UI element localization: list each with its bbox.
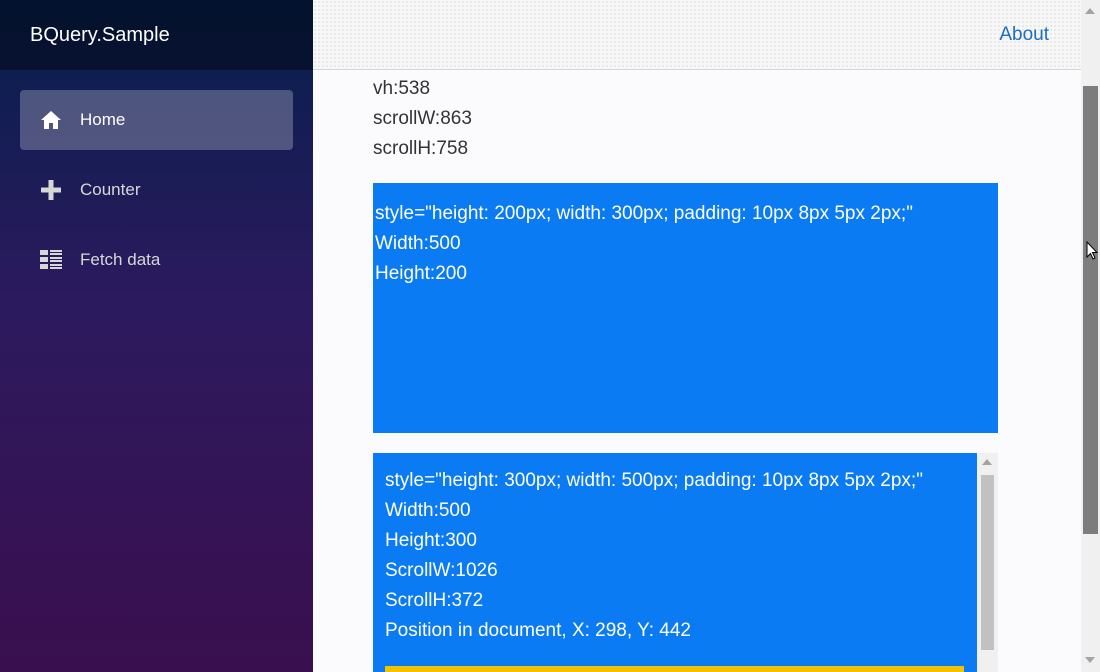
sidebar: BQuery.Sample Home Counter Fetch data xyxy=(0,0,313,672)
stat-scroll-height: scrollH:758 xyxy=(373,138,469,159)
sample-box-1: style="height: 200px; width: 300px; padd… xyxy=(373,183,998,433)
page-scrollbar[interactable] xyxy=(1081,0,1100,672)
box-style-text: style="height: 200px; width: 300px; padd… xyxy=(375,203,913,224)
nav-item-fetch-data[interactable]: Fetch data xyxy=(20,230,293,290)
brand-title[interactable]: BQuery.Sample xyxy=(30,24,170,47)
scroll-up-arrow-icon[interactable] xyxy=(1085,8,1095,14)
box-2-scrollbar[interactable] xyxy=(977,453,998,672)
box-scroll-width-text: ScrollW:1026 xyxy=(385,560,498,581)
box-width-text: Width:500 xyxy=(385,500,471,521)
box-scroll-height-text: ScrollH:372 xyxy=(385,590,484,611)
brand-bar: BQuery.Sample xyxy=(0,0,313,70)
about-link[interactable]: About xyxy=(999,24,1049,46)
box-width-text: Width:500 xyxy=(375,233,461,254)
stat-scroll-width: scrollW:863 xyxy=(373,108,472,129)
scroll-down-arrow-icon[interactable] xyxy=(1085,657,1095,663)
home-icon xyxy=(40,109,62,131)
mouse-cursor-icon xyxy=(1086,241,1098,260)
page-scroll-thumb[interactable] xyxy=(1083,86,1098,534)
scroll-up-arrow-icon[interactable] xyxy=(982,459,992,465)
plus-icon xyxy=(40,179,62,201)
stat-vh: vh:538 xyxy=(373,78,431,99)
nav-menu: Home Counter Fetch data xyxy=(0,70,313,290)
inner-yellow-element xyxy=(385,666,964,672)
box-height-text: Height:300 xyxy=(385,530,477,551)
box-style-text: style="height: 300px; width: 500px; padd… xyxy=(385,470,923,491)
sample-box-2[interactable]: style="height: 300px; width: 500px; padd… xyxy=(373,453,998,672)
box-2-scroll-thumb[interactable] xyxy=(981,475,994,650)
nav-item-label: Fetch data xyxy=(80,250,161,269)
list-icon xyxy=(40,249,62,271)
nav-item-home[interactable]: Home xyxy=(20,90,293,150)
box-position-text: Position in document, X: 298, Y: 442 xyxy=(385,620,691,641)
nav-item-label: Home xyxy=(80,110,126,129)
top-bar: About xyxy=(313,0,1087,70)
nav-item-label: Counter xyxy=(80,180,141,199)
nav-item-counter[interactable]: Counter xyxy=(20,160,293,220)
main-content: vh:538 scrollW:863 scrollH:758 style="he… xyxy=(313,70,1081,672)
box-height-text: Height:200 xyxy=(375,263,467,284)
